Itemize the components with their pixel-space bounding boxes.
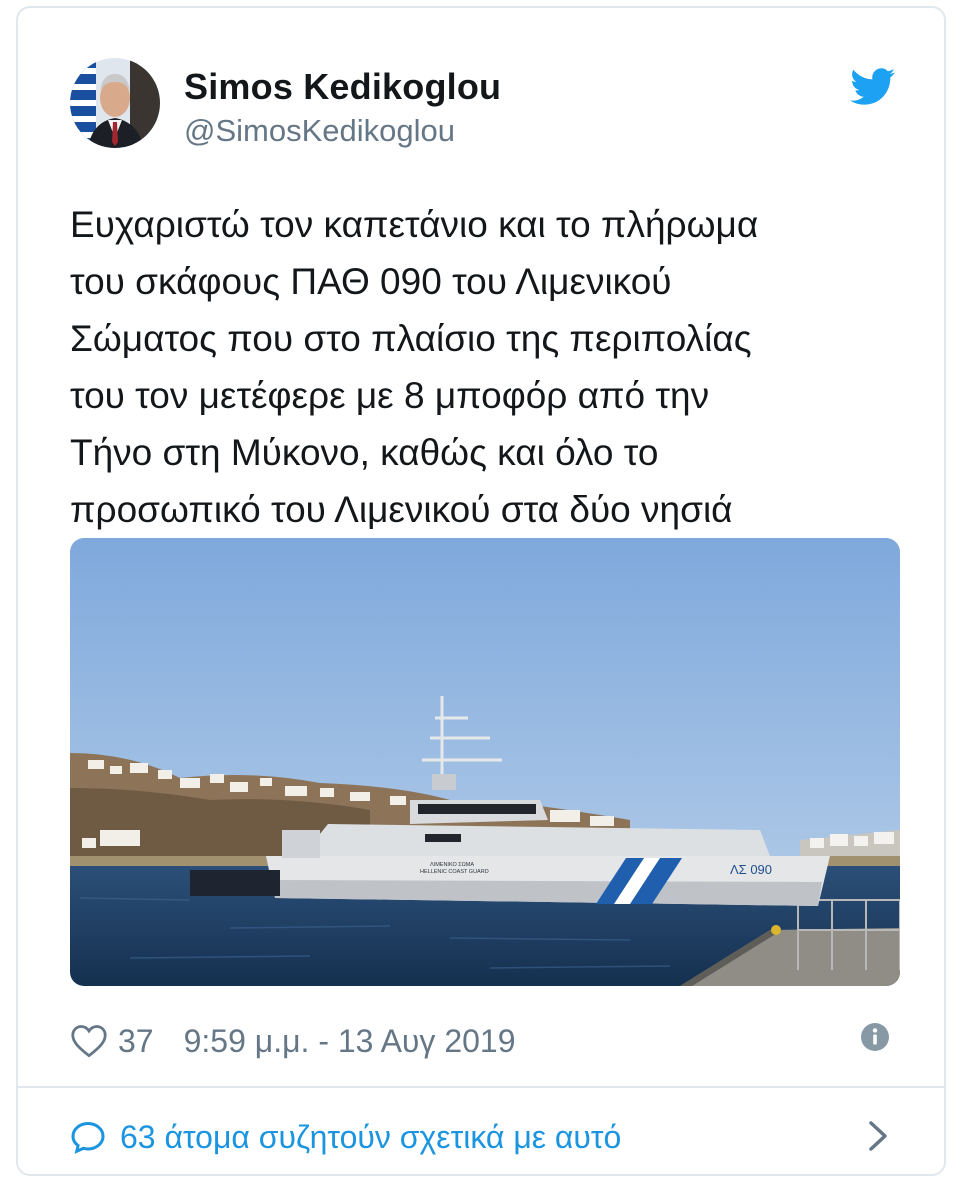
tweet-timestamp[interactable]: 9:59 μ.μ. - 13 Αυγ 2019 <box>184 1023 516 1060</box>
twitter-bird-icon[interactable] <box>850 68 896 106</box>
tweet-text-line: προσωπικό του Λιμενικού στα δύο νησιά <box>70 489 733 530</box>
coast-guard-ship-photo: ΛΣ 090 ΛΙΜΕΝΙΚΟ ΣΩΜΑ HELLENIC COAST GUAR… <box>70 538 900 986</box>
speech-bubble-icon <box>71 1121 105 1154</box>
info-icon[interactable] <box>860 1022 890 1052</box>
hull-side-text: ΛΙΜΕΝΙΚΟ ΣΩΜΑ <box>430 862 474 868</box>
tweet-text-line: Σώματος που στο πλαίσιο της περιπολίας <box>70 318 752 359</box>
hull-marking: ΛΣ 090 <box>730 862 772 877</box>
tweet-text-line: Ευχαριστώ τον καπετάνιο και το πλήρωμα <box>70 204 759 245</box>
author-handle[interactable]: @SimosKedikoglou <box>184 113 455 149</box>
tweet-text-line: του σκάφους ΠΑΘ 090 του Λιμενικού <box>70 261 672 302</box>
tweet-card: Simos Kedikoglou @SimosKedikoglou Ευχαρι… <box>16 6 946 1176</box>
tweet-meta: 37 9:59 μ.μ. - 13 Αυγ 2019 <box>70 1016 516 1066</box>
conversation-label[interactable]: 63 άτομα συζητούν σχετικά με αυτό <box>120 1119 621 1156</box>
hull-side-text: HELLENIC COAST GUARD <box>420 869 489 875</box>
tweet-photo[interactable]: ΛΣ 090 ΛΙΜΕΝΙΚΟ ΣΩΜΑ HELLENIC COAST GUAR… <box>70 538 900 986</box>
tweet-text-line: του τον μετέφερε με 8 μποφόρ από την <box>70 375 710 416</box>
chevron-right-icon[interactable] <box>866 1118 890 1154</box>
conversation-link[interactable]: 63 άτομα συζητούν σχετικά με αυτό <box>70 1112 621 1162</box>
tweet-text-line: Τήνο στη Μύκονο, καθώς και όλο το <box>70 432 659 473</box>
author-name[interactable]: Simos Kedikoglou <box>184 66 501 108</box>
divider <box>18 1086 944 1088</box>
heart-icon[interactable] <box>70 1024 108 1058</box>
like-count[interactable]: 37 <box>118 1023 154 1060</box>
tweet-text: Ευχαριστώ τον καπετάνιο και το πλήρωμα τ… <box>70 196 900 538</box>
avatar[interactable] <box>70 58 160 148</box>
